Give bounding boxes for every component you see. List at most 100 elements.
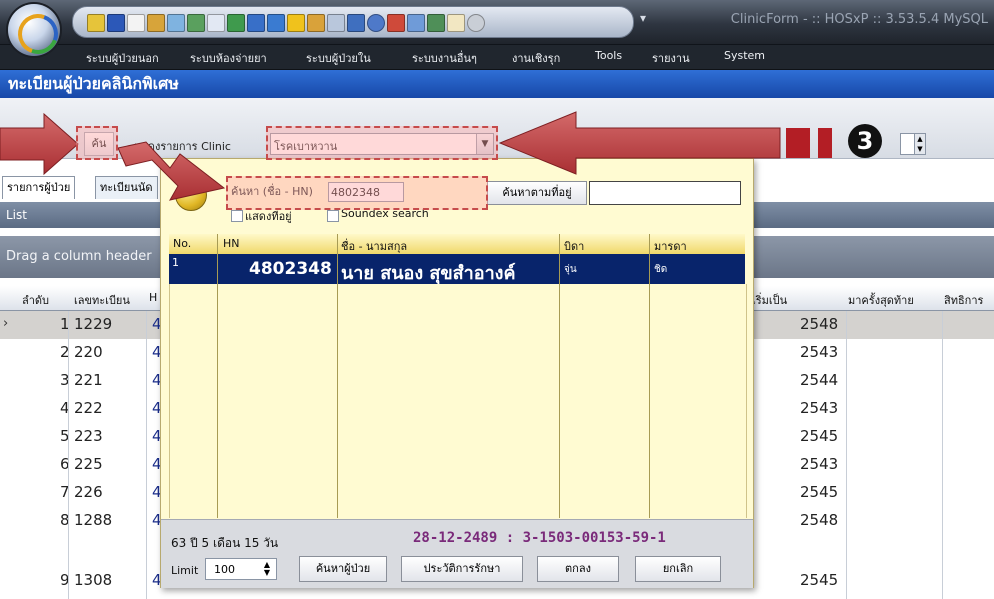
quick-access-toolbar bbox=[72, 6, 634, 38]
row-registration: 222 bbox=[74, 399, 103, 417]
form-icon[interactable] bbox=[267, 14, 285, 32]
address-input[interactable] bbox=[589, 181, 741, 205]
highlight-search-button bbox=[76, 126, 118, 160]
result-hn: 4802348 bbox=[249, 259, 332, 279]
col-mother[interactable]: มารดา bbox=[654, 237, 687, 255]
menu-ipd[interactable]: ระบบผู้ป่วยใน bbox=[306, 49, 371, 67]
notes-icon[interactable] bbox=[187, 14, 205, 32]
user-icon[interactable] bbox=[87, 14, 105, 32]
edit-icon[interactable] bbox=[167, 14, 185, 32]
row-start-year: 2545 bbox=[800, 427, 839, 445]
col-no[interactable]: No. bbox=[173, 237, 191, 250]
menu-pharmacy[interactable]: ระบบห้องจ่ายยา bbox=[190, 49, 267, 67]
current-row-icon: › bbox=[3, 316, 9, 331]
search-result-header: No. HN ชื่อ - นามสกุล บิดา มารดา bbox=[169, 234, 745, 255]
report-icon[interactable] bbox=[207, 14, 225, 32]
menu-bar: ระบบผู้ป่วยนอก ระบบห้องจ่ายยา ระบบผู้ป่ว… bbox=[0, 45, 994, 70]
col-hn[interactable]: HN bbox=[223, 237, 240, 250]
col-hn[interactable]: H bbox=[149, 291, 157, 304]
monitor-icon[interactable] bbox=[347, 14, 365, 32]
step-badge: 3 bbox=[848, 124, 882, 158]
tab-patient-list[interactable]: รายการผู้ป่วย bbox=[2, 176, 76, 199]
menu-proactive[interactable]: งานเชิงรุก bbox=[512, 49, 560, 67]
row-registration: 1288 bbox=[74, 511, 113, 529]
callout-marker bbox=[786, 128, 810, 158]
row-start-year: 2544 bbox=[800, 371, 839, 389]
ok-button[interactable]: ตกลง bbox=[537, 556, 619, 582]
soundex-checkbox[interactable] bbox=[327, 210, 339, 222]
search-result-body bbox=[169, 284, 747, 518]
treatment-history-button[interactable]: ประวัติการรักษา bbox=[401, 556, 523, 582]
doctor-icon[interactable] bbox=[307, 14, 325, 32]
stepper-arrows-icon[interactable]: ▲ ▼ bbox=[264, 561, 270, 577]
grid-icon[interactable] bbox=[227, 14, 245, 32]
result-father: จุ่น bbox=[564, 264, 577, 275]
row-registration: 226 bbox=[74, 483, 103, 501]
result-name: นาย สนอง สุขสำอางค์ bbox=[341, 263, 516, 284]
medicine-icon[interactable] bbox=[147, 14, 165, 32]
row-start-year: 2543 bbox=[800, 455, 839, 473]
highlight-hn-search bbox=[226, 176, 488, 210]
row-registration: 1229 bbox=[74, 315, 113, 333]
network-icon[interactable] bbox=[427, 14, 445, 32]
grid-divider bbox=[68, 311, 69, 599]
stepper-arrows-icon[interactable]: ▲ ▼ bbox=[914, 134, 925, 154]
row-start-year: 2548 bbox=[800, 511, 839, 529]
image-icon[interactable] bbox=[407, 14, 425, 32]
power-icon[interactable] bbox=[467, 14, 485, 32]
search-patient-button[interactable]: ค้นหาผู้ป่วย bbox=[299, 556, 387, 582]
table-icon[interactable] bbox=[247, 14, 265, 32]
row-registration: 220 bbox=[74, 343, 103, 361]
cancel-button[interactable]: ยกเลิก bbox=[635, 556, 721, 582]
col-name[interactable]: ชื่อ - นามสกุล bbox=[341, 237, 407, 255]
clinic-label: แสดงรายการ Clinic bbox=[134, 140, 231, 153]
mail-icon[interactable] bbox=[447, 14, 465, 32]
row-registration: 221 bbox=[74, 371, 103, 389]
grid-divider bbox=[217, 234, 218, 518]
col-number[interactable]: ลำดับ bbox=[22, 291, 49, 309]
highlight-clinic-select bbox=[266, 126, 498, 160]
calendar-icon[interactable] bbox=[107, 14, 125, 32]
lightning-icon[interactable] bbox=[287, 14, 305, 32]
col-father[interactable]: บิดา bbox=[564, 237, 584, 255]
menu-other[interactable]: ระบบงานอื่นๆ bbox=[412, 49, 477, 67]
row-start-year: 2543 bbox=[800, 399, 839, 417]
menu-report[interactable]: รายงาน bbox=[652, 49, 690, 67]
search-by-address-button[interactable]: ค้นหาตามที่อยู่ bbox=[487, 181, 587, 205]
patient-search-popup: ✓ ค้นหา (ชื่อ - HN) 4802348 ค้นหาตามที่อ… bbox=[160, 158, 754, 588]
page-title: ทะเบียนผู้ป่วยคลินิกพิเศษ bbox=[0, 70, 994, 98]
check-icon: ✓ bbox=[183, 181, 199, 202]
document-icon[interactable] bbox=[127, 14, 145, 32]
limit-value: 100 bbox=[214, 563, 235, 576]
result-mother: ชิด bbox=[654, 264, 668, 275]
patient-dob-id: 28-12-2489 : 3-1503-00153-59-1 bbox=[413, 530, 666, 546]
row-start-year: 2545 bbox=[800, 571, 839, 589]
col-rights[interactable]: สิทธิการ bbox=[944, 291, 983, 309]
row-registration: 1308 bbox=[74, 571, 113, 589]
customize-toolbar-icon[interactable]: ▾ bbox=[640, 11, 646, 25]
row-registration: 225 bbox=[74, 455, 103, 473]
count-stepper[interactable]: ▲ ▼ bbox=[900, 133, 926, 155]
result-no: 1 bbox=[172, 256, 179, 269]
col-registration[interactable]: เลขทะเบียน bbox=[74, 291, 130, 309]
menu-tools[interactable]: Tools bbox=[595, 49, 622, 62]
search-result-row[interactable]: 1 4802348 นาย สนอง สุขสำอางค์ จุ่น ชิด bbox=[169, 254, 745, 284]
list-icon[interactable] bbox=[327, 14, 345, 32]
window-title: ClinicForm - :: HOSxP :: 3.53.5.4 MySQL bbox=[730, 12, 988, 27]
col-start-year[interactable]: เริ่มเป็น bbox=[752, 291, 787, 309]
grid-divider bbox=[846, 311, 847, 599]
menu-opd[interactable]: ระบบผู้ป่วยนอก bbox=[86, 49, 159, 67]
tab-appointments[interactable]: ทะเบียนนัด bbox=[95, 176, 158, 199]
row-start-year: 2543 bbox=[800, 343, 839, 361]
callout-marker bbox=[818, 128, 832, 158]
row-start-year: 2545 bbox=[800, 483, 839, 501]
popup-footer: 63 ปี 5 เดือน 15 วัน 28-12-2489 : 3-1503… bbox=[161, 519, 753, 588]
row-registration: 223 bbox=[74, 427, 103, 445]
menu-system[interactable]: System bbox=[724, 49, 765, 62]
grid-divider bbox=[649, 234, 650, 518]
limit-stepper[interactable]: 100 ▲ ▼ bbox=[205, 558, 277, 580]
clock-icon[interactable] bbox=[367, 14, 385, 32]
home-icon[interactable] bbox=[387, 14, 405, 32]
col-last-visit[interactable]: มาครั้งสุดท้าย bbox=[848, 291, 914, 309]
show-address-checkbox[interactable] bbox=[231, 210, 243, 222]
